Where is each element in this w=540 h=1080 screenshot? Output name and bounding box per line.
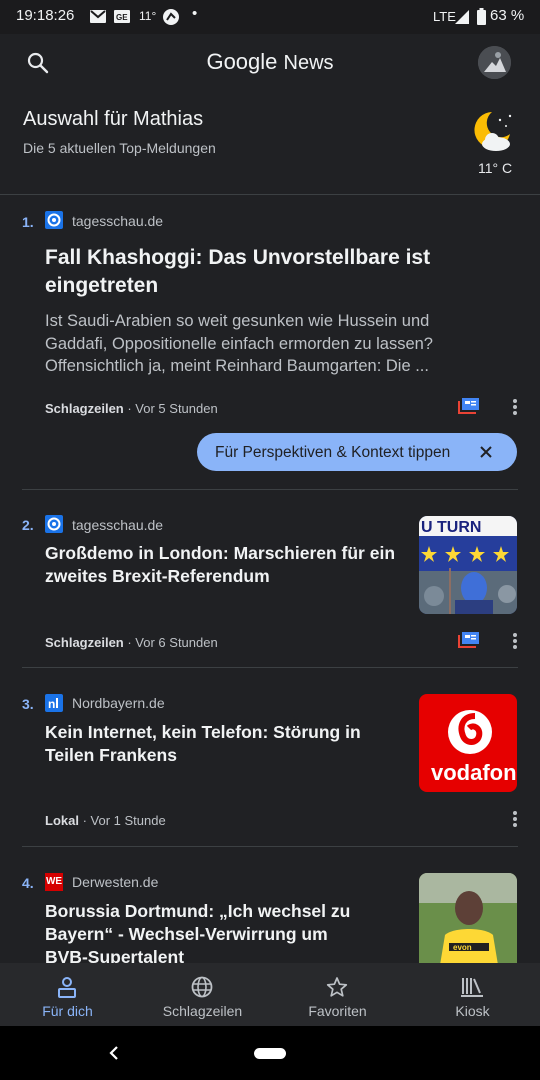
- person-icon: [58, 977, 76, 998]
- thumb-text: vodafon: [431, 760, 517, 785]
- briefing-subtitle: Die 5 aktuellen Top-Meldungen: [23, 140, 216, 156]
- tooltip-label: Für Perspektiven & Kontext tippen: [215, 444, 451, 461]
- story-headline[interactable]: Großdemo in London: Marschieren für ein …: [45, 542, 405, 588]
- status-network: LTE: [433, 9, 456, 24]
- app-title-news: News: [283, 52, 334, 74]
- weather-temp: 11° C: [478, 160, 513, 176]
- nav-label: Für dich: [42, 1003, 93, 1019]
- nav-label: Schlagzeilen: [162, 1003, 243, 1019]
- story-index: 1.: [22, 214, 34, 230]
- svg-text:n: n: [48, 697, 55, 711]
- svg-text:GE: GE: [116, 13, 128, 22]
- story-time: · Vor 1 Stunde: [78, 813, 166, 828]
- nordbayern-logo-icon: n: [45, 694, 63, 712]
- nav-favorites[interactable]: Favoriten: [270, 963, 405, 1026]
- battery-icon: [477, 8, 486, 25]
- status-bar: 19:18:26 GE 11° • LTE 63 %: [0, 0, 540, 34]
- thumb-text: evon: [453, 943, 472, 952]
- more-options-icon[interactable]: [512, 810, 518, 828]
- story-source: Derwesten.de: [72, 874, 159, 890]
- nav-headlines[interactable]: Schlagzeilen: [135, 963, 270, 1026]
- status-time: 19:18:26: [16, 7, 75, 24]
- story-index: 3.: [22, 696, 34, 712]
- full-coverage-tooltip[interactable]: Für Perspektiven & Kontext tippen: [197, 433, 517, 471]
- system-navigation-bar: [0, 1026, 540, 1080]
- app-title: Google News: [0, 49, 540, 75]
- story-thumbnail[interactable]: evon: [419, 873, 517, 963]
- story-headline[interactable]: Fall Khashoggi: Das Unvorstellbare ist e…: [45, 244, 475, 300]
- story-source: tagesschau.de: [72, 517, 164, 533]
- home-pill[interactable]: [254, 1048, 286, 1059]
- story-source: Nordbayern.de: [72, 695, 165, 711]
- status-battery: 63 %: [490, 7, 525, 24]
- story-section: Lokal: [45, 813, 79, 828]
- story-time: · Vor 5 Stunden: [123, 401, 218, 416]
- story-meta: Lokal · Vor 1 Stunde: [45, 813, 166, 828]
- close-icon[interactable]: [480, 446, 492, 458]
- nav-label: Favoriten: [308, 1003, 367, 1019]
- full-coverage-icon[interactable]: [458, 398, 479, 415]
- nav-kiosk[interactable]: Kiosk: [405, 963, 540, 1026]
- app-bar: Google News: [0, 34, 540, 94]
- story-card-3[interactable]: 3. n Nordbayern.de Kein Internet, kein T…: [0, 668, 540, 846]
- star-icon: [326, 977, 348, 997]
- story-card-4[interactable]: 4. WE Derwesten.de Borussia Dortmund: „I…: [0, 847, 540, 963]
- full-coverage-icon[interactable]: [458, 632, 479, 649]
- story-section: Schlagzeilen: [45, 401, 124, 416]
- weather-app-icon: [163, 9, 179, 25]
- story-source: tagesschau.de: [72, 213, 164, 229]
- story-thumbnail[interactable]: vodafon: [419, 694, 517, 792]
- thumb-text: U TURN: [421, 519, 481, 536]
- status-temp: 11°: [139, 9, 157, 23]
- tagesschau-logo-icon: [45, 515, 63, 533]
- briefing-title: Auswahl für Mathias: [23, 108, 204, 130]
- more-options-icon[interactable]: [512, 632, 518, 650]
- story-card-2[interactable]: 2. tagesschau.de Großdemo in London: Mar…: [0, 490, 540, 667]
- story-snippet: Ist Saudi-Arabien so weit gesunken wie H…: [45, 312, 433, 375]
- bottom-navigation: Für dich Schlagzeilen Favoriten Kiosk: [0, 963, 540, 1026]
- brexit-protest-image: U TURN: [419, 516, 517, 614]
- gmail-icon: [90, 10, 106, 23]
- story-headline[interactable]: Borussia Dortmund: „Ich wechsel zu Bayer…: [45, 900, 375, 963]
- story-meta: Schlagzeilen · Vor 6 Stunden: [45, 635, 218, 650]
- nav-label: Kiosk: [455, 1003, 490, 1019]
- story-section: Schlagzeilen: [45, 635, 124, 650]
- story-headline[interactable]: Kein Internet, kein Telefon: Störung in …: [45, 721, 405, 767]
- status-dot: •: [192, 5, 198, 22]
- news-notification-icon: GE: [114, 10, 130, 23]
- story-meta: Schlagzeilen · Vor 5 Stunden: [45, 401, 218, 416]
- kiosk-icon: [461, 978, 483, 997]
- story-index: 4.: [22, 875, 34, 891]
- vodafone-image: vodafon: [419, 694, 517, 792]
- more-options-icon[interactable]: [512, 398, 518, 416]
- app-title-google: Google: [206, 49, 278, 74]
- avatar[interactable]: [478, 46, 511, 79]
- story-time: · Vor 6 Stunden: [123, 635, 218, 650]
- weather-moon-cloud-icon[interactable]: [470, 108, 516, 154]
- derwesten-logo-icon: WE: [45, 873, 63, 891]
- bvb-player-image: evon: [419, 873, 517, 963]
- story-thumbnail[interactable]: U TURN: [419, 516, 517, 614]
- nav-for-you[interactable]: Für dich: [0, 963, 135, 1026]
- tagesschau-logo-icon: [45, 211, 63, 229]
- avatar-image: [478, 46, 511, 79]
- globe-icon: [191, 976, 213, 998]
- signal-icon: [455, 10, 469, 24]
- back-icon[interactable]: [109, 1046, 119, 1060]
- story-index: 2.: [22, 517, 34, 533]
